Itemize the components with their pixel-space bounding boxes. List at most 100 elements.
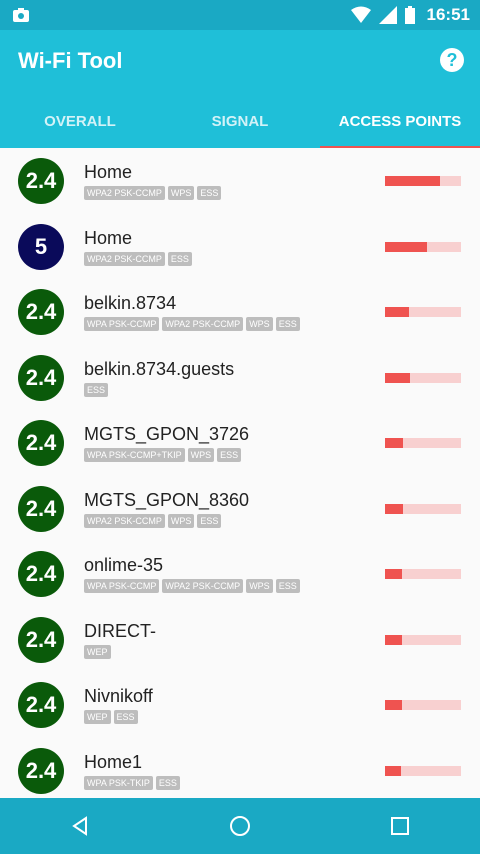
signal-strength-bar [385,634,461,645]
security-tag: ESS [275,579,300,593]
list-item[interactable]: 2.4 Home WPA2 PSK-CCMP WPS ESS [0,148,480,214]
security-tag: WPA2 PSK-CCMP [162,579,244,593]
nav-bar [0,798,480,854]
security-tag: WPA2 PSK-CCMP [162,317,244,331]
network-ssid: Nivnikoff [84,686,153,706]
security-tag: ESS [155,775,180,790]
signal-strength-fill [385,438,404,448]
security-tag: ESS [84,382,109,397]
band-badge: 2.4 [18,747,64,794]
security-tags: WPA2 PSK-CCMP WPS ESS [84,513,222,528]
battery-icon [404,6,415,24]
band-badge: 2.4 [18,158,64,204]
band-badge: 5 [18,223,64,270]
list-item[interactable]: 2.4 belkin.8734.guests ESS [0,345,480,411]
security-tags: WPA2 PSK-CCMP WPS ESS [84,186,222,200]
back-button[interactable] [66,812,94,840]
security-tags: WPA2 PSK-CCMP ESS [84,251,192,266]
signal-strength-fill [385,176,440,186]
app-bar: Wi-Fi Tool ? OVERALL SIGNAL ACCESS POINT… [0,30,480,149]
signal-strength-bar [385,765,461,776]
signal-strength-bar [385,307,461,317]
band-badge: 2.4 [18,289,64,335]
security-tag: WPA2 PSK-CCMP [84,186,165,200]
list-item[interactable]: 2.4 MGTS_GPON_3726 WPA PSK-CCMP+TKIP WPS ESS [0,410,480,476]
tab-access-points[interactable]: ACCESS POINTS [320,106,480,148]
security-tags: WPA PSK-TKIP ESS [84,775,180,790]
status-bar: 16:51 [0,0,480,30]
security-tag: WEP [84,644,111,659]
wifi-icon [350,6,371,23]
home-button[interactable] [226,812,254,840]
access-point-list[interactable]: 2.4 Home WPA2 PSK-CCMP WPS ESS 5 Home WPA2 PSK-… [0,148,480,798]
screenshot-notification-icon [13,8,29,22]
network-ssid: MGTS_GPON_8360 [84,489,250,510]
band-badge: 2.4 [18,682,64,728]
list-item[interactable]: 2.4 MGTS_GPON_8360 WPA2 PSK-CCMP WPS ESS [0,476,480,542]
signal-strength-bar [385,438,461,448]
band-badge: 2.4 [18,485,64,532]
signal-strength-fill [385,503,404,514]
signal-strength-bar [385,700,461,710]
band-badge: 2.4 [18,616,64,663]
tab-signal[interactable]: SIGNAL [160,106,320,148]
help-icon[interactable]: ? [440,48,464,72]
signal-strength-bar [385,241,461,252]
signal-strength-bar [385,176,461,186]
security-tag: WPS [246,317,273,331]
security-tags: WPA PSK-CCMP+TKIP WPS ESS [84,448,242,462]
recents-button[interactable] [386,812,414,840]
network-ssid: onlime-35 [84,555,164,575]
list-item[interactable]: 5 Home WPA2 PSK-CCMP ESS [0,214,480,280]
signal-strength-bar [385,503,461,514]
security-tag: ESS [167,251,192,266]
security-tag: WPA2 PSK-CCMP [84,513,165,528]
network-ssid: MGTS_GPON_3726 [84,424,250,444]
security-tag: WPA PSK-CCMP+TKIP [84,448,185,462]
list-item[interactable]: 2.4 belkin.8734 WPA PSK-CCMP WPA2 PSK-CCMP W… [0,279,480,345]
signal-strength-bar [385,569,461,579]
security-tags: WEP [84,644,111,659]
network-ssid: belkin.8734 [84,293,177,313]
security-tag: WEP [84,710,111,724]
security-tag: WPA PSK-CCMP [84,579,160,593]
security-tags: WPA PSK-CCMP WPA2 PSK-CCMP WPS ESS [84,317,300,331]
list-item[interactable]: 2.4 DIRECT- WEP [0,607,480,673]
security-tag: WPA PSK-TKIP [84,775,153,790]
security-tag: ESS [217,448,242,462]
list-item[interactable]: 2.4 Home1 WPA PSK-TKIP ESS [0,738,480,799]
signal-strength-fill [385,765,401,776]
band-badge: 2.4 [18,420,64,466]
security-tag: ESS [197,186,222,200]
list-item[interactable]: 2.4 Nivnikoff WEP ESS [0,672,480,738]
security-tag: WPA PSK-CCMP [84,317,160,331]
security-tag: ESS [113,710,138,724]
signal-strength-fill [385,569,403,579]
signal-strength-fill [385,307,410,317]
status-time: 16:51 [426,5,470,24]
security-tag: WPS [167,513,195,528]
cell-signal-icon [378,6,397,24]
recents-icon [391,817,409,835]
signal-strength-fill [385,241,427,252]
security-tags: ESS [84,382,109,397]
network-ssid: DIRECT- [84,620,156,641]
tab-bar: OVERALL SIGNAL ACCESS POINTS [0,106,480,148]
back-icon [72,816,87,836]
signal-strength-fill [385,700,402,710]
band-badge: 2.4 [18,551,64,597]
security-tag: ESS [275,317,300,331]
security-tags: WPA PSK-CCMP WPA2 PSK-CCMP WPS ESS [84,579,300,593]
signal-strength-fill [385,634,402,645]
app-title: Wi-Fi Tool [18,48,123,73]
tab-overall[interactable]: OVERALL [0,106,160,148]
home-icon [230,816,250,836]
list-item[interactable]: 2.4 onlime-35 WPA PSK-CCMP WPA2 PSK-CCMP WPS… [0,541,480,607]
network-ssid: Home1 [84,751,143,772]
security-tag: ESS [197,513,222,528]
security-tag: WPS [187,448,215,462]
security-tag: WPA2 PSK-CCMP [84,251,165,266]
band-badge: 2.4 [18,354,64,401]
network-ssid: Home [84,162,133,182]
security-tag: WPS [167,186,195,200]
